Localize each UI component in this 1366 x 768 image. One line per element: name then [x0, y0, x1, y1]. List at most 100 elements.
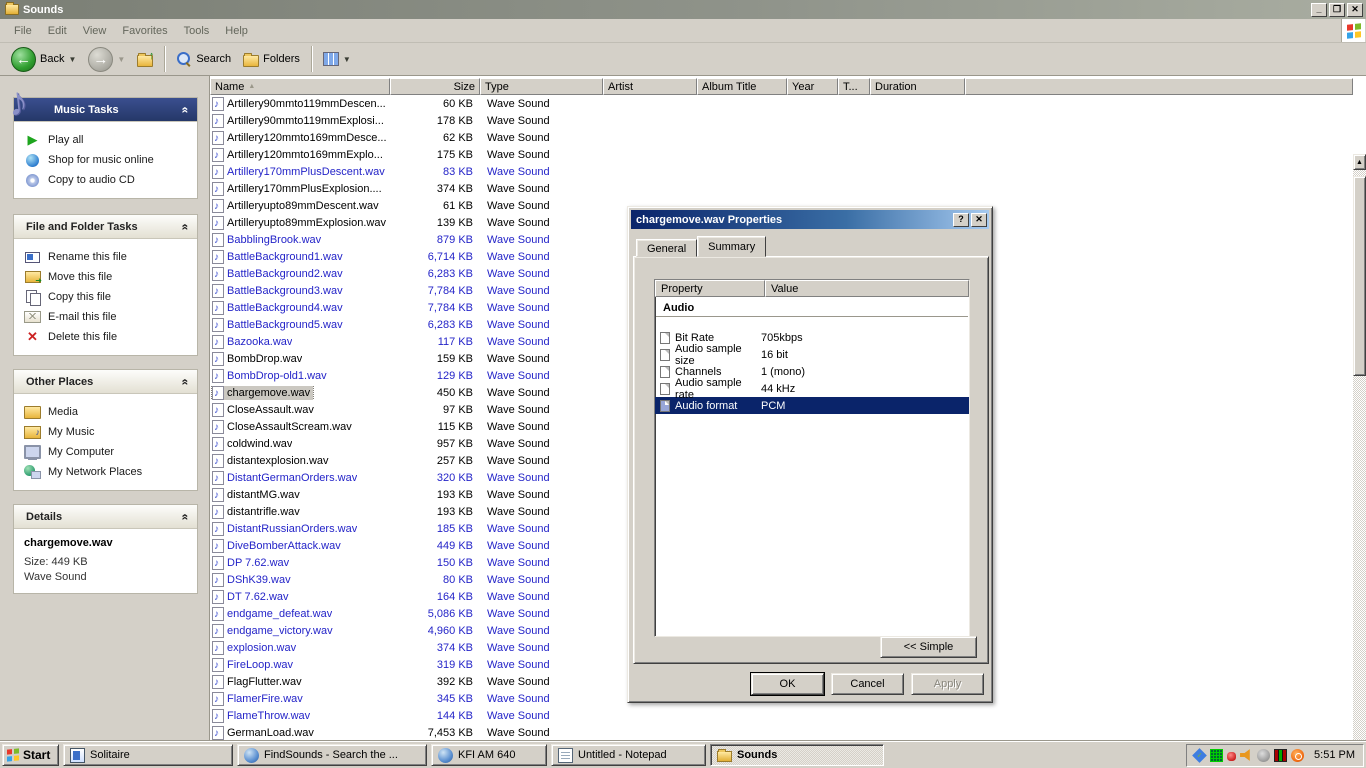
dialog-help-button[interactable]: ? [953, 212, 969, 227]
volume-icon[interactable] [1240, 749, 1250, 761]
restore-button[interactable]: ❐ [1329, 2, 1345, 17]
tab-general[interactable]: General [636, 239, 698, 257]
task-item-copy-to-audio-cd[interactable]: Copy to audio CD [24, 170, 191, 190]
panel-header-music-tasks[interactable]: Music Tasks « [14, 98, 197, 122]
menu-favorites[interactable]: Favorites [114, 22, 175, 40]
equalizer-icon[interactable] [1274, 748, 1288, 762]
back-button[interactable]: ← Back ▼ [6, 44, 81, 74]
panel-header-details[interactable]: Details « [14, 505, 197, 529]
wave-file-icon [212, 708, 224, 723]
file-type-cell: Wave Sound [487, 114, 550, 127]
minimize-button[interactable]: _ [1311, 2, 1327, 17]
title-bar[interactable]: Sounds _ ❐ ✕ [0, 0, 1366, 19]
wave-file-icon [212, 572, 224, 587]
taskbar-button-sounds[interactable]: Sounds [710, 744, 884, 766]
file-type-cell: Wave Sound [487, 556, 550, 569]
file-row[interactable]: Artillery120mmto169mmExplo... 175 KB Wave … [210, 146, 1353, 163]
up-button[interactable]: ↑ [132, 44, 158, 74]
file-row[interactable]: Artillery90mmto119mmExplosi... 178 KB Wave… [210, 112, 1353, 129]
taskbar-button-kfi-am-640[interactable]: KFI AM 640 [431, 744, 547, 766]
task-item-media[interactable]: Media [24, 402, 191, 422]
dropbox-icon[interactable] [1192, 747, 1207, 763]
start-button[interactable]: Start [2, 744, 59, 766]
folders-button[interactable]: Folders [238, 44, 305, 74]
ok-button[interactable]: OK [751, 673, 824, 695]
column-header-type[interactable]: Type [480, 78, 603, 95]
dialog-title-bar[interactable]: chargemove.wav Properties ? ✕ [631, 210, 989, 229]
file-name: Artillery90mmto119mmExplosi... [227, 114, 384, 127]
property-row[interactable]: Audio format PCM [655, 397, 969, 414]
task-item-my-computer[interactable]: My Computer [24, 442, 191, 462]
file-row[interactable]: Artillery90mmto119mmDescen... 60 KB Wave S… [210, 95, 1353, 112]
menu-help[interactable]: Help [217, 22, 256, 40]
close-button[interactable]: ✕ [1347, 2, 1363, 17]
network-grid-icon[interactable] [1210, 748, 1224, 762]
menu-tools[interactable]: Tools [176, 22, 218, 40]
file-name: Artillery120mmto169mmExplo... [227, 148, 383, 161]
scroll-up-button[interactable]: ▲ [1353, 154, 1366, 170]
file-name-cell: endgame_defeat.wav [210, 606, 390, 621]
task-item-rename-this-file[interactable]: Rename this file [24, 247, 191, 267]
task-item-copy-this-file[interactable]: Copy this file [24, 287, 191, 307]
panel-header-other-places[interactable]: Other Places « [14, 370, 197, 394]
collapse-chevron-icon[interactable]: « [179, 106, 193, 113]
taskbar-button-untitled-notepad[interactable]: Untitled - Notepad [551, 744, 706, 766]
views-dropdown-icon[interactable]: ▼ [343, 55, 351, 64]
simple-button[interactable]: << Simple [880, 636, 977, 658]
selected-file-highlight[interactable]: chargemove.wav [210, 385, 315, 400]
file-row[interactable]: Artillery170mmPlusExplosion.... 374 KB Wav… [210, 180, 1353, 197]
menu-view[interactable]: View [75, 22, 115, 40]
file-row[interactable]: Artillery120mmto169mmDesce... 62 KB Wave S… [210, 129, 1353, 146]
file-name: BabblingBrook.wav [227, 233, 322, 246]
file-size-cell: 193 KB [436, 488, 473, 501]
collapse-chevron-icon[interactable]: « [179, 513, 193, 520]
search-button[interactable]: Search [171, 44, 236, 74]
task-item-label: My Network Places [48, 466, 143, 478]
task-item-my-music[interactable]: My Music [24, 422, 191, 442]
task-item-shop-for-music-online[interactable]: Shop for music online [24, 150, 191, 170]
tab-summary[interactable]: Summary [697, 236, 767, 257]
winamp-icon[interactable] [1291, 748, 1305, 762]
taskbar-button-solitaire[interactable]: Solitaire [63, 744, 233, 766]
file-row[interactable]: GermanLoad.wav 7,453 KB Wave Sound [210, 724, 1353, 741]
file-size-cell: 60 KB [443, 97, 473, 110]
task-item-delete-this-file[interactable]: Delete this file [24, 327, 191, 347]
search-icon [176, 51, 192, 67]
menu-edit[interactable]: Edit [40, 22, 75, 40]
file-row[interactable]: Artillery170mmPlusDescent.wav 83 KB Wave S… [210, 163, 1353, 180]
column-header-duration[interactable]: Duration [870, 78, 965, 95]
value-column-header[interactable]: Value [765, 280, 969, 297]
property-column-header[interactable]: Property [655, 280, 765, 297]
column-header-year[interactable]: Year [787, 78, 838, 95]
collapse-chevron-icon[interactable]: « [179, 378, 193, 385]
vertical-scrollbar[interactable]: ▲ ▼ [1353, 154, 1366, 768]
column-header-albumtitle[interactable]: Album Title [697, 78, 787, 95]
column-header-t[interactable]: T... [838, 78, 870, 95]
forward-button[interactable]: → ▼ [83, 44, 130, 74]
wave-file-icon [212, 453, 224, 468]
column-header-name[interactable]: Name ▲ [210, 78, 390, 95]
forward-dropdown-icon[interactable]: ▼ [117, 55, 125, 64]
property-row[interactable]: Audio sample rate 44 kHz [655, 377, 969, 401]
task-item-my-network-places[interactable]: My Network Places [24, 462, 191, 482]
collapse-chevron-icon[interactable]: « [179, 223, 193, 230]
views-button[interactable]: ▼ [318, 44, 356, 74]
file-row[interactable]: FlameThrow.wav 144 KB Wave Sound [210, 707, 1353, 724]
red-app-icon[interactable] [1227, 751, 1237, 761]
task-item-e-mail-this-file[interactable]: E-mail this file [24, 307, 191, 327]
panel-header-file-tasks[interactable]: File and Folder Tasks « [14, 215, 197, 239]
scrollbar-thumb[interactable] [1353, 176, 1366, 376]
property-row[interactable]: Audio sample size 16 bit [655, 343, 969, 367]
cancel-button[interactable]: Cancel [831, 673, 904, 695]
taskbar-button-findsounds-search-the-[interactable]: FindSounds - Search the ... [237, 744, 427, 766]
wave-file-icon [212, 351, 224, 366]
menu-file[interactable]: File [6, 22, 40, 40]
audio-device-icon[interactable] [1257, 748, 1271, 762]
dialog-close-button[interactable]: ✕ [971, 212, 987, 227]
back-dropdown-icon[interactable]: ▼ [68, 55, 76, 64]
task-item-play-all[interactable]: Play all [24, 130, 191, 150]
column-header-size[interactable]: Size [390, 78, 480, 95]
column-header-artist[interactable]: Artist [603, 78, 697, 95]
task-item-move-this-file[interactable]: Move this file [24, 267, 191, 287]
